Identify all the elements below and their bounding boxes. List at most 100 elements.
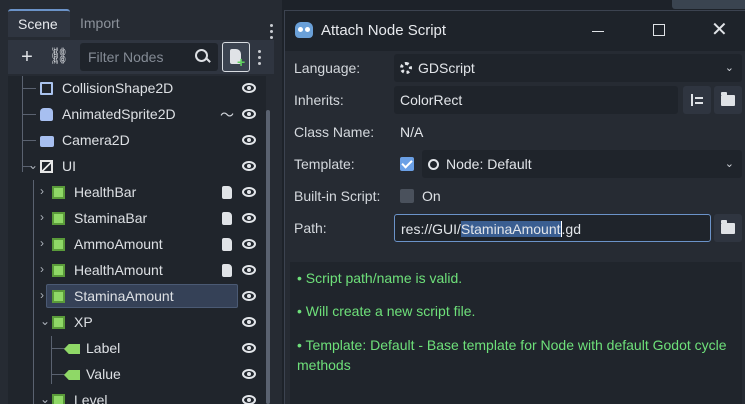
- script-icon[interactable]: [222, 238, 232, 251]
- tree-item-staminabar[interactable]: › StaminaBar: [8, 206, 266, 232]
- visibility-eye-icon[interactable]: [242, 343, 256, 353]
- visibility-eye-icon[interactable]: [242, 161, 256, 171]
- language-select[interactable]: GDScript ⌄: [394, 54, 742, 82]
- dialog-titlebar[interactable]: Attach Node Script ✕: [285, 11, 745, 51]
- browse-file-button[interactable]: [714, 86, 742, 114]
- control-node-icon: [40, 160, 53, 173]
- builtin-script-row: Built-in Script: On: [285, 182, 745, 212]
- label-node-icon: [64, 344, 80, 354]
- node-icon: [428, 159, 439, 170]
- tree-item-label: Value: [86, 366, 121, 382]
- message-path-valid: • Script path/name is valid.: [297, 270, 463, 286]
- script-icon[interactable]: [222, 186, 232, 199]
- signal-icon[interactable]: 〜: [220, 105, 234, 125]
- add-node-button[interactable]: +: [14, 43, 40, 71]
- control-node-icon: [52, 186, 65, 199]
- more-options-icon[interactable]: [258, 50, 262, 66]
- class-name-row: Class Name: N/A: [285, 118, 745, 148]
- visibility-eye-icon[interactable]: [242, 265, 256, 275]
- collapse-arrow-icon[interactable]: ›: [40, 262, 44, 276]
- label-node-icon: [64, 370, 80, 380]
- visibility-eye-icon[interactable]: [242, 135, 256, 145]
- tree-item-healthbar[interactable]: › HealthBar: [8, 180, 266, 206]
- instance-scene-button[interactable]: ⛓: [46, 43, 72, 71]
- language-row: Language: GDScript ⌄: [285, 54, 745, 84]
- tree-item-collisionshape2d[interactable]: CollisionShape2D: [8, 76, 266, 102]
- builtin-script-value: On: [422, 188, 441, 204]
- tree-item-label: UI: [62, 158, 76, 174]
- tree-item-level[interactable]: ⌄ Level: [8, 388, 266, 404]
- inherits-input[interactable]: ColorRect: [394, 86, 678, 114]
- tree-item-value[interactable]: Value: [8, 362, 266, 388]
- browse-class-button[interactable]: [683, 86, 711, 114]
- close-icon[interactable]: ✕: [711, 19, 728, 41]
- template-row: Template: Node: Default ⌄: [285, 150, 745, 180]
- message-new-file: • Will create a new script file.: [297, 303, 476, 319]
- expand-arrow-icon[interactable]: ⌄: [28, 158, 38, 172]
- maximize-icon[interactable]: [653, 24, 665, 36]
- path-suffix: .gd: [561, 221, 581, 237]
- scene-panel: Scene Import + ⛓ Filter Nodes + Collisio…: [0, 0, 282, 404]
- visibility-eye-icon[interactable]: [242, 369, 256, 379]
- animated-sprite-icon: [40, 108, 53, 121]
- attach-script-button[interactable]: +: [222, 42, 250, 72]
- template-select[interactable]: Node: Default ⌄: [422, 150, 742, 178]
- tree-item-label: XP: [74, 314, 93, 330]
- control-node-icon: [52, 290, 65, 303]
- search-icon[interactable]: [188, 43, 216, 71]
- script-icon[interactable]: [222, 212, 232, 225]
- visibility-eye-icon[interactable]: [242, 239, 256, 249]
- collision-shape-icon: [40, 82, 53, 95]
- folder-icon: [721, 220, 735, 234]
- tree-item-camera2d[interactable]: Camera2D: [8, 128, 266, 154]
- expand-arrow-icon[interactable]: ⌄: [40, 392, 50, 404]
- tree-item-label-node[interactable]: Label: [8, 336, 266, 362]
- visibility-eye-icon[interactable]: [242, 291, 256, 301]
- browse-path-button[interactable]: [714, 214, 742, 242]
- tree-item-ammoamount[interactable]: › AmmoAmount: [8, 232, 266, 258]
- tab-import[interactable]: Import: [70, 9, 140, 37]
- collapse-arrow-icon[interactable]: ›: [40, 184, 44, 198]
- scene-tree: CollisionShape2D AnimatedSprite2D 〜 Came…: [8, 76, 266, 404]
- tree-item-label: AmmoAmount: [74, 236, 163, 252]
- scene-tabs: Scene Import: [0, 9, 282, 40]
- tabs-menu-icon[interactable]: [270, 24, 274, 40]
- tree-item-ui[interactable]: ⌄ UI: [8, 154, 266, 180]
- path-input[interactable]: res://GUI/StaminaAmount.gd: [394, 214, 711, 242]
- chevron-down-icon: ⌄: [724, 158, 734, 170]
- tab-scene[interactable]: Scene: [8, 9, 70, 37]
- tree-item-staminaamount[interactable]: › StaminaAmount: [8, 284, 266, 310]
- path-selected-text: StaminaAmount: [460, 221, 561, 237]
- background-area: [282, 0, 745, 10]
- visibility-eye-icon[interactable]: [242, 187, 256, 197]
- visibility-eye-icon[interactable]: [242, 83, 256, 93]
- class-name-label: Class Name:: [294, 124, 375, 140]
- class-tree-icon: [691, 94, 703, 106]
- collapse-arrow-icon[interactable]: ›: [40, 288, 44, 302]
- visibility-eye-icon[interactable]: [242, 213, 256, 223]
- template-checkbox[interactable]: [400, 157, 414, 171]
- tree-item-animatedsprite2d[interactable]: AnimatedSprite2D 〜: [8, 102, 266, 128]
- dialog-title: Attach Node Script: [321, 22, 447, 39]
- builtin-script-checkbox[interactable]: [400, 189, 414, 203]
- collapse-arrow-icon[interactable]: ›: [40, 236, 44, 250]
- visibility-eye-icon[interactable]: [242, 109, 256, 119]
- tree-scrollbar[interactable]: [266, 110, 270, 404]
- tree-item-label: StaminaAmount: [74, 288, 174, 304]
- background-tab-hint: [672, 0, 745, 9]
- path-prefix: res://GUI/: [401, 221, 461, 237]
- collapse-arrow-icon[interactable]: ›: [40, 210, 44, 224]
- visibility-eye-icon[interactable]: [242, 395, 256, 404]
- template-label: Template:: [294, 156, 355, 172]
- scene-toolbar: + ⛓ Filter Nodes +: [8, 40, 274, 74]
- expand-arrow-icon[interactable]: ⌄: [40, 314, 50, 328]
- tree-item-label: Camera2D: [62, 132, 130, 148]
- tree-item-xp[interactable]: ⌄ XP: [8, 310, 266, 336]
- minimize-icon[interactable]: [592, 31, 604, 32]
- visibility-eye-icon[interactable]: [242, 317, 256, 327]
- tree-item-healthamount[interactable]: › HealthAmount: [8, 258, 266, 284]
- script-icon[interactable]: [222, 264, 232, 277]
- tree-item-label: AnimatedSprite2D: [62, 106, 176, 122]
- chevron-down-icon: ⌄: [724, 62, 734, 74]
- control-node-icon: [52, 264, 65, 277]
